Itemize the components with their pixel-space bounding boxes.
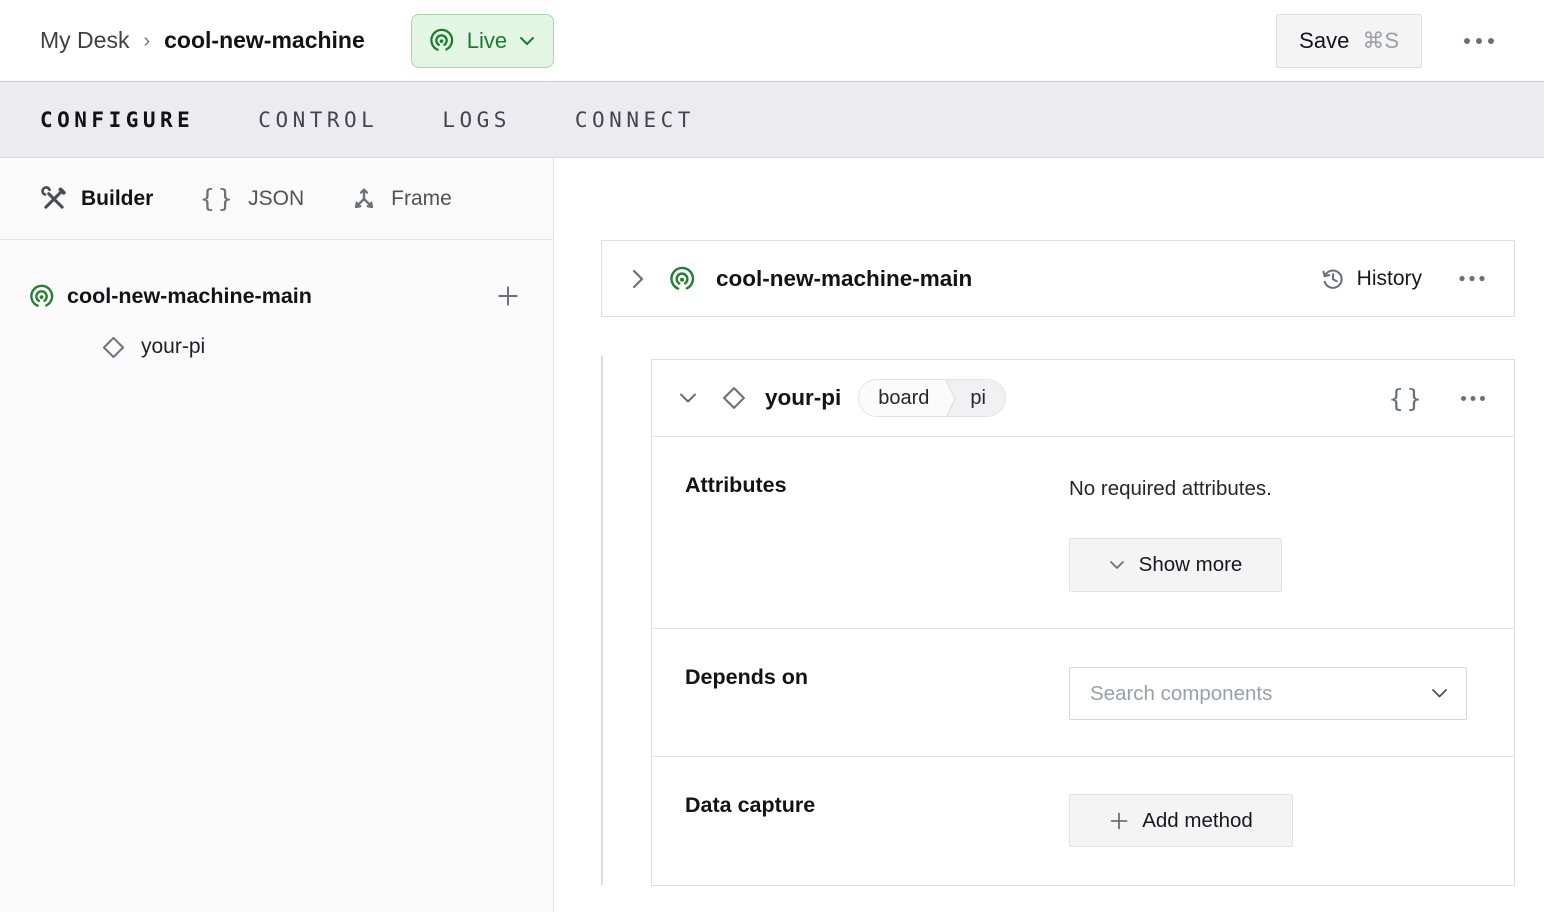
add-method-label: Add method [1142, 808, 1253, 832]
main-tabbar: CONFIGURE CONTROL LOGS CONNECT [0, 81, 1544, 158]
breadcrumb-machine-name: cool-new-machine [164, 27, 365, 53]
header-overflow-menu-button[interactable] [1458, 29, 1500, 53]
breadcrumb-separator: › [143, 30, 151, 52]
top-header: My Desk › cool-new-machine Live Save ⌘S [0, 0, 1544, 81]
ellipsis-icon [1459, 275, 1485, 282]
config-main-panel: cool-new-machine-main History your-pi bo… [555, 158, 1544, 912]
tab-configure[interactable]: CONFIGURE [40, 108, 194, 132]
machine-card-menu-button[interactable] [1456, 269, 1488, 288]
tab-control[interactable]: CONTROL [258, 108, 378, 132]
diamond-icon [100, 334, 127, 361]
tree-indent-line [601, 356, 603, 885]
view-mode-switcher: Builder {} JSON Frame [0, 158, 553, 240]
component-title: your-pi [765, 385, 842, 410]
show-more-label: Show more [1138, 553, 1243, 576]
machine-part-title: cool-new-machine-main [716, 265, 973, 291]
depends-on-placeholder: Search components [1090, 681, 1273, 705]
data-capture-section: Data capture Add method [652, 757, 1514, 885]
machine-part-card: cool-new-machine-main History [601, 240, 1515, 317]
config-sidebar: Builder {} JSON Frame cool-new-machine-m… [0, 158, 554, 912]
expand-chevron-right-icon[interactable] [632, 268, 645, 290]
mode-frame-label: Frame [391, 186, 452, 210]
edit-json-button[interactable]: {} [1388, 384, 1424, 413]
component-type: board [859, 380, 944, 416]
mode-builder-label: Builder [81, 186, 154, 210]
chevron-down-icon [519, 36, 535, 46]
mode-json[interactable]: {} JSON [199, 184, 304, 213]
save-shortcut-hint: ⌘S [1362, 27, 1399, 53]
history-clock-icon [1320, 266, 1346, 292]
show-more-button[interactable]: Show more [1069, 538, 1282, 592]
depends-on-section: Depends on Search components [652, 629, 1514, 757]
plus-icon [1109, 811, 1129, 831]
component-type-badge: board pi [858, 379, 1006, 417]
component-tree: cool-new-machine-main your-pi [0, 240, 553, 372]
diamond-icon [720, 384, 748, 412]
mode-frame[interactable]: Frame [350, 185, 452, 213]
tree-item-machine-main[interactable]: cool-new-machine-main [28, 270, 525, 322]
add-component-button[interactable] [491, 279, 525, 313]
tools-icon [40, 185, 68, 213]
history-button-label: History [1356, 266, 1422, 290]
depends-on-label: Depends on [685, 665, 809, 689]
add-method-button[interactable]: Add method [1069, 794, 1293, 847]
tree-item-your-pi-label: your-pi [141, 335, 206, 358]
component-model: pi [957, 380, 1005, 416]
ellipsis-icon [1464, 37, 1494, 44]
live-status-badge[interactable]: Live [410, 13, 555, 68]
save-button-label: Save [1299, 27, 1350, 53]
machine-config-page: My Desk › cool-new-machine Live Save ⌘S … [0, 0, 1544, 912]
breadcrumb-parent-link[interactable]: My Desk [40, 27, 129, 54]
attributes-section: Attributes No required attributes. Show … [652, 437, 1514, 629]
ellipsis-icon [1461, 395, 1485, 401]
save-button[interactable]: Save ⌘S [1276, 13, 1422, 68]
braces-icon: {} [199, 184, 236, 213]
broadcast-icon [428, 27, 455, 54]
component-card-your-pi: your-pi board pi {} Attributes No requir… [651, 359, 1515, 886]
depends-on-select[interactable]: Search components [1069, 667, 1467, 720]
mode-builder[interactable]: Builder [40, 185, 153, 213]
data-capture-label: Data capture [685, 793, 816, 817]
chevron-down-icon [1109, 560, 1125, 570]
mode-json-label: JSON [248, 186, 305, 210]
live-status-label: Live [466, 27, 508, 53]
attributes-label: Attributes [685, 473, 787, 497]
pill-chevron-divider [943, 380, 958, 416]
tab-logs[interactable]: LOGS [442, 108, 511, 132]
axes-icon [350, 185, 378, 213]
component-card-menu-button[interactable] [1458, 389, 1488, 408]
breadcrumb: My Desk › cool-new-machine [40, 27, 365, 54]
plus-icon [498, 286, 518, 306]
broadcast-icon [668, 265, 696, 293]
collapse-chevron-down-icon[interactable] [678, 392, 698, 404]
history-button[interactable]: History [1320, 266, 1422, 292]
tree-item-machine-main-label: cool-new-machine-main [67, 283, 312, 308]
tab-connect[interactable]: CONNECT [575, 108, 695, 132]
chevron-down-icon [1431, 688, 1448, 699]
broadcast-icon [28, 283, 55, 310]
component-card-header: your-pi board pi {} [652, 360, 1514, 437]
attributes-empty-message: No required attributes. [1069, 477, 1272, 500]
tree-item-your-pi[interactable]: your-pi [100, 322, 525, 372]
